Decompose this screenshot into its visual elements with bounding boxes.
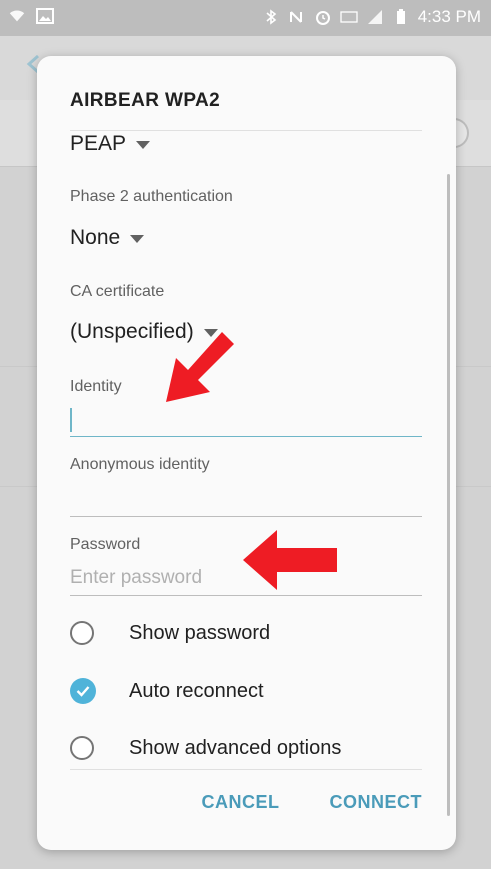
show-advanced-checkbox[interactable] xyxy=(70,736,94,760)
eap-method-value: PEAP xyxy=(70,132,127,155)
wifi-icon xyxy=(8,7,26,25)
dropdown-caret-icon xyxy=(130,235,145,243)
anonymous-identity-label: Anonymous identity xyxy=(70,456,210,473)
phase2-dropdown[interactable]: None xyxy=(70,226,145,250)
identity-label: Identity xyxy=(70,378,122,395)
show-password-checkbox[interactable] xyxy=(70,621,94,645)
phase2-value: None xyxy=(70,226,121,249)
battery-icon xyxy=(392,8,410,26)
show-password-option[interactable]: Show password xyxy=(70,613,422,653)
alarm-icon xyxy=(314,8,332,26)
show-advanced-option[interactable]: Show advanced options xyxy=(70,728,422,768)
anonymous-identity-field[interactable] xyxy=(70,486,422,517)
eap-method-dropdown[interactable]: PEAP xyxy=(70,132,151,156)
image-notification-icon xyxy=(36,7,54,25)
annotation-arrow-icon xyxy=(243,530,337,590)
bluetooth-icon xyxy=(262,8,280,26)
phase2-label: Phase 2 authentication xyxy=(70,188,233,205)
dialog-actions: CANCEL CONNECT xyxy=(202,792,423,813)
annotation-arrow-icon xyxy=(166,332,234,402)
divider xyxy=(70,769,422,770)
wifi-connect-dialog: AIRBEAR WPA2 PEAP Phase 2 authentication… xyxy=(37,56,456,850)
auto-reconnect-checkbox[interactable] xyxy=(70,678,96,704)
show-password-label: Show password xyxy=(129,621,271,644)
scrollbar[interactable] xyxy=(447,174,450,816)
dropdown-caret-icon xyxy=(136,141,151,149)
checkmark-icon xyxy=(76,686,90,697)
ca-certificate-label: CA certificate xyxy=(70,283,165,300)
nfc-icon xyxy=(288,8,306,26)
dialog-title: AIRBEAR WPA2 xyxy=(70,90,221,111)
clock: 4:33 PM xyxy=(417,7,481,26)
divider xyxy=(70,130,422,131)
connect-button[interactable]: CONNECT xyxy=(330,792,423,813)
status-bar: 4:33 PM xyxy=(0,0,491,36)
cancel-button[interactable]: CANCEL xyxy=(202,792,280,813)
identity-field[interactable] xyxy=(70,406,422,437)
text-cursor xyxy=(70,408,72,432)
show-advanced-label: Show advanced options xyxy=(129,736,342,759)
signal-icon xyxy=(366,8,384,26)
auto-reconnect-label: Auto reconnect xyxy=(129,679,264,702)
lte-icon xyxy=(340,8,358,26)
auto-reconnect-option[interactable]: Auto reconnect xyxy=(70,671,422,711)
password-label: Password xyxy=(70,536,141,553)
